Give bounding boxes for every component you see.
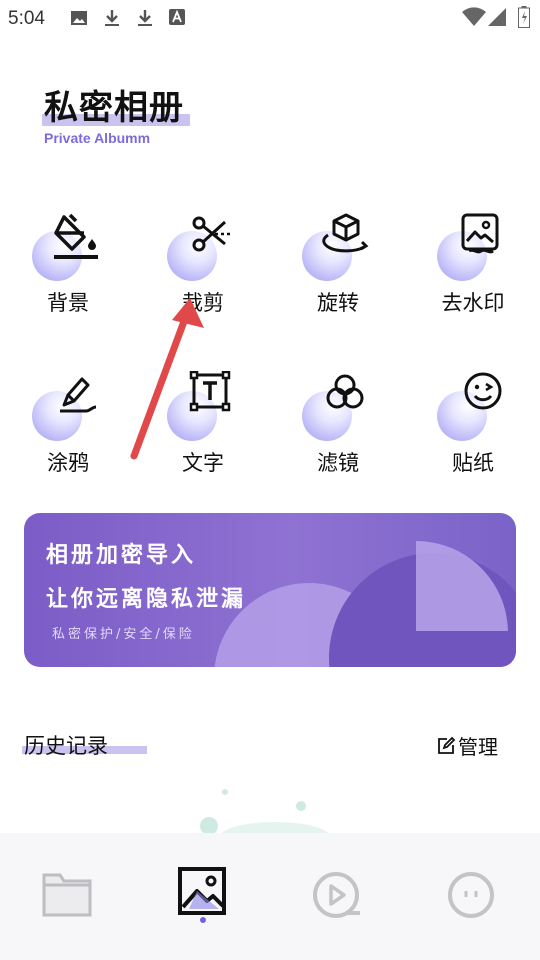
- banner-tagline: 私密保护/安全/保险: [52, 627, 195, 642]
- decor-dot: [222, 789, 228, 795]
- wifi-icon: [462, 7, 486, 27]
- face-icon[interactable]: [447, 871, 495, 919]
- signal-icon: [488, 8, 506, 26]
- download-icon: [138, 10, 152, 26]
- download-icon: [105, 10, 119, 26]
- banner-subheadline: 让你远离隐私泄漏: [46, 587, 247, 612]
- tool-label: 去水印: [441, 291, 505, 315]
- tool-filter[interactable]: 滤镜: [290, 365, 400, 495]
- smiley-sticker-icon: [464, 372, 502, 410]
- tool-label: 贴纸: [452, 451, 494, 475]
- tool-label: 涂鸦: [47, 451, 89, 475]
- page-subtitle: Private Albumm: [44, 130, 151, 146]
- title-block: 私密相册: [42, 80, 190, 129]
- tool-label: 背景: [47, 291, 89, 315]
- manage-button[interactable]: 管理: [436, 731, 498, 760]
- encrypt-import-banner[interactable]: 相册加密导入 让你远离隐私泄漏 私密保护/安全/保险: [24, 513, 516, 667]
- edit-icon: [438, 736, 456, 754]
- scissors-icon: [192, 216, 230, 252]
- rotate-cube-icon: [322, 213, 369, 253]
- image-icon[interactable]: [178, 867, 226, 915]
- manage-label: 管理: [458, 735, 498, 759]
- tool-doodle[interactable]: 涂鸦: [20, 365, 130, 495]
- pen-doodle-icon: [60, 377, 97, 413]
- filter-circles-icon: [326, 374, 364, 409]
- banner-headline: 相册加密导入: [46, 543, 197, 568]
- tool-label: 旋转: [317, 291, 359, 315]
- annotation-arrow: [130, 298, 204, 460]
- decor-dot: [296, 801, 306, 811]
- battery-icon: [518, 6, 530, 28]
- tool-sticker[interactable]: 贴纸: [425, 365, 535, 495]
- paint-bucket-icon: [54, 213, 98, 259]
- tool-label: 滤镜: [317, 451, 359, 475]
- image-watermark-icon: [461, 213, 499, 254]
- tool-background[interactable]: 背景: [20, 205, 130, 335]
- page-title: 私密相册: [44, 88, 184, 128]
- image-icon: [71, 11, 87, 25]
- status-bar: 5:04: [0, 0, 540, 38]
- bottom-nav: [0, 833, 540, 960]
- tool-remove-watermark[interactable]: 去水印: [425, 205, 535, 335]
- video-play-icon[interactable]: [312, 871, 362, 919]
- history-title: 历史记录: [24, 734, 108, 758]
- tool-rotate[interactable]: 旋转: [290, 205, 400, 335]
- active-tab-indicator: [200, 917, 206, 923]
- a-icon: [169, 9, 185, 25]
- folder-icon[interactable]: [41, 871, 93, 919]
- status-time: 5:04: [8, 8, 45, 29]
- banner-wedge: [416, 541, 508, 631]
